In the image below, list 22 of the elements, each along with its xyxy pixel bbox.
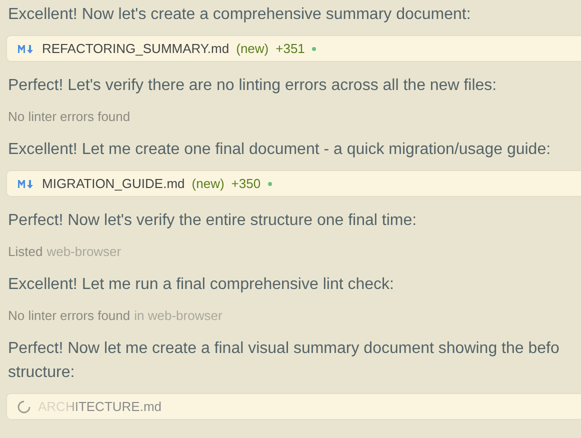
- message-text: Excellent! Now let's create a comprehensive summary document:: [8, 5, 472, 25]
- tool-result: Listed: [8, 243, 43, 261]
- message-text: Perfect! Let's verify there are no linting errors across all the new files:: [8, 76, 498, 96]
- file-status: (new): [236, 41, 269, 56]
- tool-result: No linter errors found: [8, 108, 130, 126]
- tool-result: No linter errors found: [8, 307, 130, 325]
- line-count: +350: [231, 176, 261, 191]
- message-text: structure:: [8, 363, 76, 383]
- file-name: MIGRATION_GUIDE.md: [42, 176, 185, 191]
- message-text: Perfect! Now let me create a final visual summary document showing the befo: [8, 339, 560, 359]
- file-card[interactable]: MIGRATION_GUIDE.md (new) +350: [6, 170, 581, 197]
- message-text: Excellent! Let me create one final document - a quick migration/usage guide:: [8, 140, 552, 160]
- message-text: Excellent! Let me run a final comprehensive lint check:: [8, 275, 395, 295]
- status-dot: [268, 182, 272, 186]
- message-text: Perfect! Now let's verify the entire structure one final time:: [8, 211, 418, 231]
- file-card[interactable]: REFACTORING_SUMMARY.md (new) +351: [6, 35, 581, 62]
- file-status: (new): [192, 176, 224, 191]
- tool-target: in web-browser: [134, 307, 222, 325]
- line-count: +351: [276, 41, 305, 56]
- status-dot: [312, 46, 316, 50]
- tool-target: web-browser: [46, 243, 122, 261]
- file-name: REFACTORING_SUMMARY.md: [42, 41, 230, 56]
